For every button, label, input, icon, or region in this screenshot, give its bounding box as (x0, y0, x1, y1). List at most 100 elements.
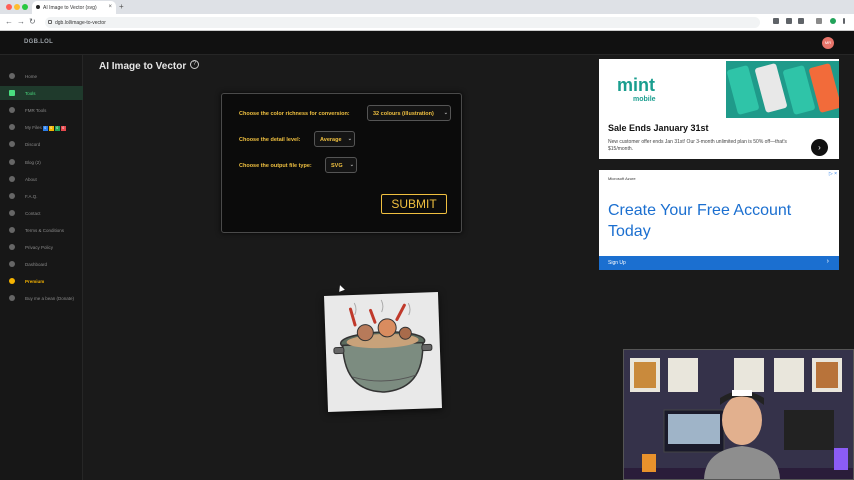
home-icon (9, 73, 15, 79)
sidebar-item-blog-2[interactable]: Blog (2) (0, 155, 83, 169)
sidebar-item-label: My Files (25, 125, 42, 131)
dashboard-icon (9, 261, 15, 268)
sidebar-item-label: Tools (25, 91, 36, 97)
profile-icon[interactable] (830, 18, 836, 24)
discord-icon (9, 141, 15, 148)
mail-icon (9, 209, 15, 216)
file-count-badge: 0 (48, 125, 54, 131)
chevron-right-icon: › (826, 258, 829, 265)
file-count-badge: 0 (42, 125, 48, 131)
tools-icon (9, 107, 15, 114)
sidebar-item-label: FMR Tools (25, 108, 47, 114)
file-type-value: SVG (331, 163, 343, 169)
url-text: dgb.lol/image-to-vector (55, 20, 106, 26)
sidebar-item-label: Dashboard (25, 262, 48, 268)
vector-result-image[interactable] (324, 292, 442, 412)
sidebar-item-label: Blog (2) (25, 159, 41, 165)
ad-headline: Create Your Free Account Today (608, 202, 792, 240)
sidebar-toggle-icon[interactable] (816, 18, 822, 24)
sign-up-label: Sign Up (608, 260, 626, 266)
mouse-cursor-icon (337, 284, 345, 292)
sidebar-item-premium[interactable]: Premium (0, 274, 83, 288)
sidebar-item-fmr-tools[interactable]: FMR Tools (0, 103, 83, 117)
sign-up-button[interactable]: Sign Up › (599, 256, 839, 270)
submit-button[interactable]: SUBMIT (381, 194, 447, 214)
file-count-badge: 0 (60, 125, 66, 131)
color-richness-label: Choose the color richness for conversion… (239, 111, 350, 117)
color-richness-value: 32 colours (illustration) (373, 111, 434, 117)
minimize-window-icon[interactable] (14, 4, 20, 10)
tab-close-icon[interactable]: × (108, 4, 112, 10)
mint-logo-sub: mobile (633, 96, 656, 103)
sidebar: Home Tools FMR Tools My Files 0 0 0 0 Discord Blo… (0, 55, 83, 480)
ad-headline: Sale Ends January 31st (608, 123, 709, 133)
sidebar-item-discord[interactable]: Discord (0, 137, 83, 151)
sidebar-item-dashboard[interactable]: Dashboard (0, 257, 83, 271)
star-icon (9, 278, 15, 285)
ad-choices-icon[interactable]: ▷ × (829, 171, 837, 177)
ad-body: New customer offer ends Jan 31st! Our 3-… (608, 139, 787, 152)
back-button[interactable]: ← (5, 17, 13, 26)
azure-ad[interactable]: ▷ × Microsoft Azure Create Your Free Acc… (599, 170, 839, 270)
ad-phone-images (726, 61, 841, 118)
color-richness-select[interactable]: 32 colours (illustration) ⌄ (367, 105, 451, 121)
ad-arrow-button[interactable]: › (811, 139, 828, 156)
sidebar-item-label: Discord (25, 142, 41, 148)
chevron-down-icon: ⌄ (347, 136, 352, 142)
sidebar-item-f-a-q[interactable]: F.A.Q. (0, 189, 83, 203)
sidebar-item-terms-conditions[interactable]: Terms & Conditions (0, 223, 83, 237)
sidebar-item-label: Terms & Conditions (25, 227, 65, 233)
tab-title: AI Image to Vector (svg) (43, 5, 97, 11)
sidebar-item-label: Premium (25, 279, 45, 285)
file-type-label: Choose the output file type: (239, 163, 312, 169)
sidebar-item-label: About (25, 176, 37, 182)
sidebar-item-home[interactable]: Home (0, 69, 83, 83)
detail-level-select[interactable]: Average ⌄ (314, 131, 355, 147)
mint-logo: mint (617, 75, 655, 95)
page-title: AI Image to Vector (99, 61, 187, 72)
webcam-overlay (623, 349, 854, 480)
site-logo[interactable]: DGB.LOL (24, 39, 53, 45)
address-bar[interactable]: dgb.lol/image-to-vector (45, 17, 760, 28)
sidebar-item-buy-me-a-bean-donate[interactable]: Buy me a bean (Donate) (0, 291, 83, 305)
question-icon (9, 192, 15, 199)
folder-icon (9, 124, 15, 131)
extension-icon[interactable] (773, 18, 779, 24)
info-icon (9, 175, 15, 182)
file-type-select[interactable]: SVG ⌄ (325, 157, 357, 173)
close-window-icon[interactable] (6, 4, 12, 10)
reload-button[interactable]: ↻ (29, 17, 36, 26)
browser-tab[interactable]: AI Image to Vector (svg) × (32, 1, 116, 14)
sidebar-item-privacy-policy[interactable]: Privacy Policy (0, 240, 83, 254)
sidebar-item-label: Privacy Policy (25, 245, 54, 250)
file-count-badge: 0 (54, 125, 60, 131)
conversion-form: Choose the color richness for conversion… (221, 93, 462, 233)
document-icon (9, 226, 15, 233)
chevron-down-icon: ⌄ (443, 110, 448, 116)
favicon-icon (36, 5, 40, 9)
extension-icon[interactable] (798, 18, 804, 24)
shield-icon (9, 244, 15, 250)
help-icon[interactable]: ? (190, 60, 199, 69)
new-tab-button[interactable]: + (119, 2, 124, 11)
site-header: DGB.LOL MR (0, 31, 854, 55)
extension-icon[interactable] (786, 18, 792, 24)
blog-icon (9, 158, 15, 165)
mint-mobile-ad[interactable]: ▷ × mint mobile Sale Ends January 31st N… (599, 59, 841, 159)
cooking-pot-illustration (333, 299, 433, 393)
forward-button[interactable]: → (17, 17, 25, 26)
sidebar-item-about[interactable]: About (0, 172, 83, 186)
avatar[interactable]: MR (822, 37, 834, 49)
maximize-window-icon[interactable] (22, 4, 28, 10)
page: DGB.LOL MR Home Tools FMR Tools My Files 0 0 0… (0, 31, 854, 480)
sidebar-item-label: F.A.Q. (25, 193, 38, 199)
browser-tab-strip: AI Image to Vector (svg) × + (0, 0, 854, 14)
sidebar-item-my-files[interactable]: My Files 0 0 0 0 (0, 120, 83, 134)
browser-toolbar: ← → ↻ dgb.lol/image-to-vector (0, 14, 854, 31)
chevron-down-icon: ⌄ (349, 162, 354, 168)
sidebar-item-label: Home (25, 74, 38, 79)
menu-kebab-icon[interactable] (843, 18, 845, 24)
sidebar-item-label: Contact (25, 210, 41, 216)
sidebar-item-contact[interactable]: Contact (0, 206, 83, 220)
sidebar-item-tools[interactable]: Tools (0, 86, 83, 101)
